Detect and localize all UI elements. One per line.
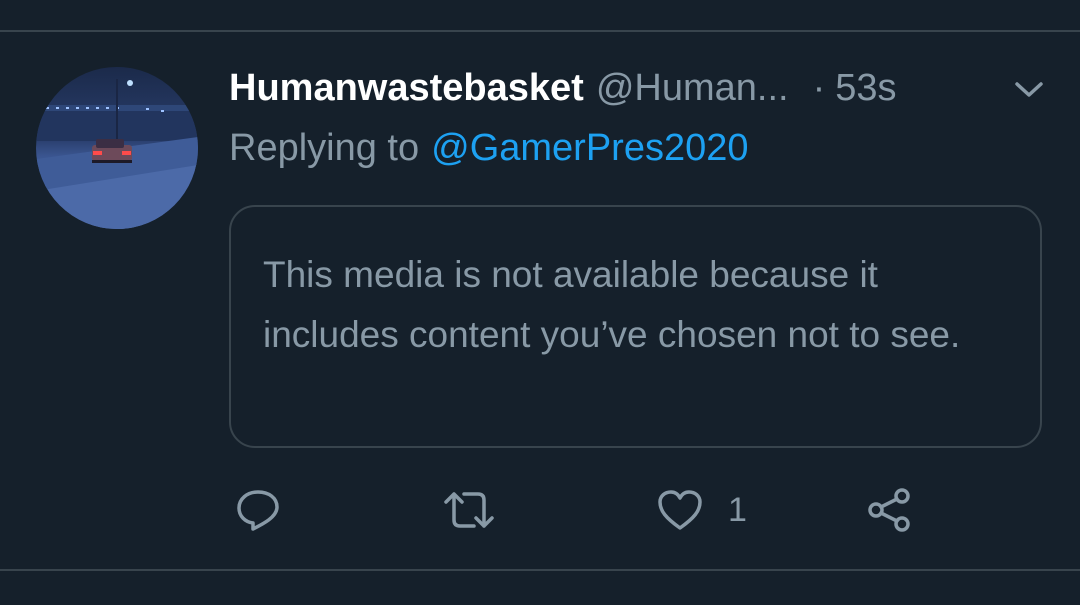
chevron-down-icon [1015, 82, 1043, 97]
share-button[interactable] [866, 486, 914, 534]
retweet-icon [444, 492, 494, 528]
display-name[interactable]: Humanwastebasket [229, 67, 584, 110]
reply-context: Replying to @GamerPres2020 [229, 124, 749, 172]
more-options-button[interactable] [1007, 72, 1051, 108]
heart-icon [658, 490, 702, 530]
timestamp[interactable]: 53s [835, 67, 896, 110]
media-notice-text: This media is not available because it i… [263, 254, 961, 355]
media-unavailable-notice: This media is not available because it i… [229, 205, 1042, 448]
reply-prefix: Replying to [229, 126, 420, 169]
like-button[interactable]: 1 [656, 486, 747, 534]
tweet-header: Humanwastebasket @Human... · 53s [229, 64, 897, 112]
retweet-button[interactable] [442, 486, 496, 534]
user-handle[interactable]: @Human... [596, 67, 789, 110]
share-icon [868, 488, 910, 532]
separator-dot: · [812, 66, 826, 109]
avatar[interactable] [36, 67, 198, 229]
reply-icon [237, 490, 279, 531]
like-count: 1 [728, 490, 747, 529]
bottom-divider [0, 569, 1080, 571]
reply-button[interactable] [235, 486, 281, 534]
reply-mention-link[interactable]: @GamerPres2020 [431, 127, 748, 170]
top-divider [0, 30, 1080, 32]
